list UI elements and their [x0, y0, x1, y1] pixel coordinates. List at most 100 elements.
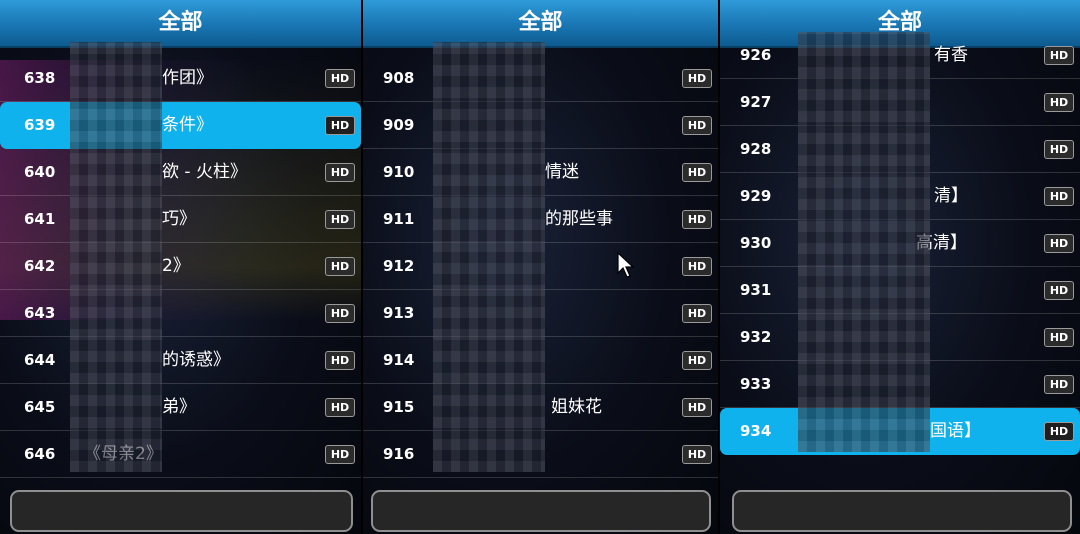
item-number: 932 [740, 328, 772, 346]
list-item[interactable]: 927 HD [720, 79, 1080, 126]
list-item[interactable]: 910 情迷 HD [363, 149, 718, 196]
hd-badge: HD [682, 163, 712, 182]
list-item[interactable]: 642 2》 HD [0, 243, 361, 290]
item-number: 916 [383, 445, 415, 463]
item-title: 弟》 [162, 397, 196, 417]
list-item[interactable]: 931 HD [720, 267, 1080, 314]
list-item[interactable]: 930 高清】 HD [720, 220, 1080, 267]
hd-badge: HD [682, 116, 712, 135]
item-number: 641 [24, 210, 56, 228]
item-title: 情迷 [545, 162, 579, 182]
list-item[interactable]: 929 清】 HD [720, 173, 1080, 220]
hd-badge: HD [325, 116, 355, 135]
item-title: 《母亲2》 [84, 444, 163, 464]
hd-badge: HD [1044, 422, 1074, 441]
item-number: 914 [383, 351, 415, 369]
hd-badge: HD [1044, 140, 1074, 159]
list-item-selected[interactable]: 934 国语】 HD [720, 408, 1080, 455]
hd-badge: HD [325, 445, 355, 464]
hd-badge: HD [1044, 375, 1074, 394]
list-item[interactable]: 914 HD [363, 337, 718, 384]
hd-badge: HD [1044, 46, 1074, 65]
item-number: 639 [24, 116, 56, 134]
hd-badge: HD [682, 351, 712, 370]
item-title: 作团》 [162, 68, 213, 88]
item-title: 2》 [162, 256, 190, 276]
item-number: 909 [383, 116, 415, 134]
hd-badge: HD [325, 304, 355, 323]
list-item[interactable]: 641 巧》 HD [0, 196, 361, 243]
item-number: 933 [740, 375, 772, 393]
hd-badge: HD [682, 69, 712, 88]
item-number: 908 [383, 69, 415, 87]
list-item[interactable]: 911 的那些事 HD [363, 196, 718, 243]
hd-badge: HD [325, 257, 355, 276]
list-item[interactable]: 916 HD [363, 431, 718, 478]
hd-badge: HD [1044, 93, 1074, 112]
item-title: 条件》 [162, 115, 213, 135]
list-item[interactable]: 644 的诱惑》 HD [0, 337, 361, 384]
item-number: 640 [24, 163, 56, 181]
hd-badge: HD [682, 210, 712, 229]
item-number: 928 [740, 140, 772, 158]
item-title: 清】 [934, 186, 968, 206]
list-item-selected[interactable]: 639 条件》 HD [0, 102, 361, 149]
video-list: 908 HD 909 HD 910 情迷 HD 911 的那些事 HD 912 … [363, 55, 718, 478]
list-item[interactable]: 909 HD [363, 102, 718, 149]
hd-badge: HD [682, 445, 712, 464]
item-title: 欲 - 火柱》 [162, 162, 247, 182]
list-item[interactable]: 913 HD [363, 290, 718, 337]
item-number: 644 [24, 351, 56, 369]
item-number: 643 [24, 304, 56, 322]
item-number: 926 [740, 46, 772, 64]
list-item[interactable]: 933 HD [720, 361, 1080, 408]
item-number: 934 [740, 422, 772, 440]
item-number: 929 [740, 187, 772, 205]
list-item[interactable]: 926 有香 HD [720, 32, 1080, 79]
bottom-input-bar[interactable] [732, 490, 1072, 532]
list-item[interactable]: 908 HD [363, 55, 718, 102]
item-number: 930 [740, 234, 772, 252]
item-number: 912 [383, 257, 415, 275]
item-number: 931 [740, 281, 772, 299]
list-item[interactable]: 928 HD [720, 126, 1080, 173]
list-panel-2: 全部 908 HD 909 HD 910 情迷 HD 911 的那些事 HD 9… [363, 0, 718, 534]
video-list: 926 有香 HD 927 HD 928 HD 929 清】 HD 930 高清… [720, 32, 1080, 455]
hd-badge: HD [682, 398, 712, 417]
item-number: 638 [24, 69, 56, 87]
hd-badge: HD [325, 163, 355, 182]
hd-badge: HD [325, 398, 355, 417]
item-number: 915 [383, 398, 415, 416]
item-number: 911 [383, 210, 415, 228]
list-item[interactable]: 912 HD [363, 243, 718, 290]
hd-badge: HD [325, 210, 355, 229]
list-panel-1: 全部 638 作团》 HD 639 条件》 HD 640 欲 - 火柱》 HD … [0, 0, 361, 534]
item-number: 910 [383, 163, 415, 181]
list-item[interactable]: 640 欲 - 火柱》 HD [0, 149, 361, 196]
item-title: 姐妹花 [551, 397, 602, 417]
item-number: 642 [24, 257, 56, 275]
item-title: 有香 [934, 45, 968, 65]
hd-badge: HD [1044, 281, 1074, 300]
list-item[interactable]: 932 HD [720, 314, 1080, 361]
hd-badge: HD [1044, 234, 1074, 253]
list-item[interactable]: 915 姐妹花 HD [363, 384, 718, 431]
header-title: 全部 [363, 0, 718, 48]
video-list: 638 作团》 HD 639 条件》 HD 640 欲 - 火柱》 HD 641… [0, 55, 361, 478]
list-item[interactable]: 643 HD [0, 290, 361, 337]
item-title: 的诱惑》 [162, 350, 230, 370]
list-item[interactable]: 638 作团》 HD [0, 55, 361, 102]
item-title: 国语】 [930, 421, 981, 441]
bottom-input-bar[interactable] [371, 490, 711, 532]
item-number: 927 [740, 93, 772, 111]
list-item[interactable]: 646 《母亲2》 HD [0, 431, 361, 478]
hd-badge: HD [325, 69, 355, 88]
bottom-input-bar[interactable] [10, 490, 353, 532]
hd-badge: HD [682, 304, 712, 323]
hd-badge: HD [1044, 187, 1074, 206]
list-item[interactable]: 645 弟》 HD [0, 384, 361, 431]
list-panel-3: 全部 926 有香 HD 927 HD 928 HD 929 清】 HD 930… [720, 0, 1080, 534]
item-number: 913 [383, 304, 415, 322]
hd-badge: HD [325, 351, 355, 370]
item-number: 645 [24, 398, 56, 416]
